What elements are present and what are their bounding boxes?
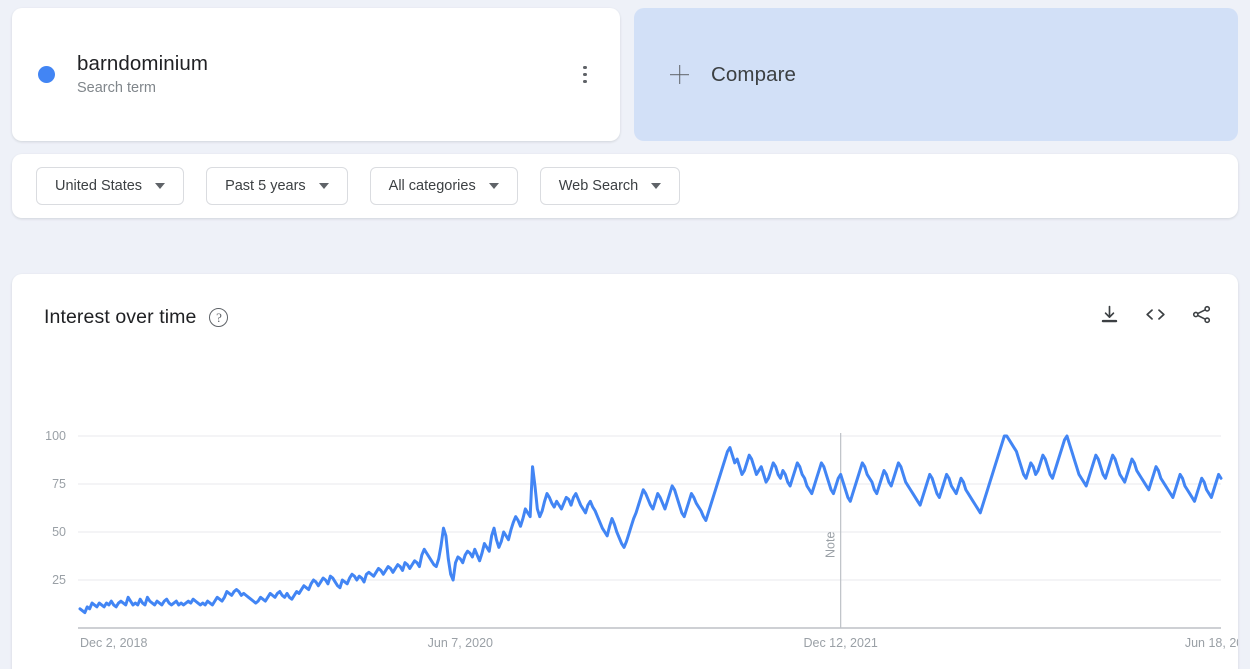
google-trends-page: barndominium Search term Compare United … — [0, 0, 1250, 669]
compare-label: Compare — [711, 62, 797, 86]
chart-line-series-barndominium[interactable] — [78, 434, 1223, 615]
filter-search-type-label: Web Search — [558, 178, 639, 194]
more-vert-icon[interactable] — [572, 60, 598, 90]
filter-time-range-label: Past 5 years — [225, 178, 306, 194]
chevron-down-icon — [155, 183, 166, 189]
filter-time-range[interactable]: Past 5 years — [206, 167, 348, 205]
interest-over-time-card: Interest over time ? 25 50 75 100 Dec 2,… — [12, 274, 1238, 669]
plus-icon — [670, 65, 689, 84]
compare-button[interactable]: Compare — [634, 8, 1238, 141]
chart-svg: 25 50 75 100 Dec 2, 2018 Jun 7, 2020 Dec 12, 2… — [45, 429, 1238, 650]
search-term-text: barndominium Search term — [77, 51, 208, 98]
x-axis-tick-label: Dec 12, 2021 — [803, 636, 877, 650]
x-axis-tick-label: Dec 2, 2018 — [80, 636, 147, 650]
filter-search-type[interactable]: Web Search — [539, 167, 681, 205]
x-axis-tick-label: Jun 18, 2023 — [1185, 636, 1238, 650]
chevron-down-icon — [318, 183, 329, 189]
filter-location-label: United States — [55, 178, 143, 194]
series-color-dot — [38, 66, 55, 83]
chevron-down-icon — [488, 183, 499, 189]
filter-location[interactable]: United States — [36, 167, 185, 205]
chevron-down-icon — [651, 183, 662, 189]
y-axis-tick-label: 25 — [52, 573, 66, 587]
y-axis-tick-label: 75 — [52, 477, 66, 491]
filter-bar: United States Past 5 years All categorie… — [12, 154, 1238, 218]
y-axis-tick-label: 100 — [45, 429, 66, 443]
x-axis-tick-label: Jun 7, 2020 — [428, 636, 493, 650]
search-term-type: Search term — [77, 80, 156, 97]
terms-row: barndominium Search term Compare — [12, 8, 1238, 141]
search-term-card[interactable]: barndominium Search term — [12, 8, 620, 141]
filter-category-label: All categories — [388, 178, 476, 194]
interest-over-time-chart: 25 50 75 100 Dec 2, 2018 Jun 7, 2020 Dec 12, 2… — [12, 274, 1238, 669]
search-term-label: barndominium — [77, 51, 209, 75]
y-axis-tick-label: 50 — [52, 525, 66, 539]
note-annotation-label: Note — [824, 532, 838, 558]
filter-category[interactable]: All categories — [369, 167, 518, 205]
